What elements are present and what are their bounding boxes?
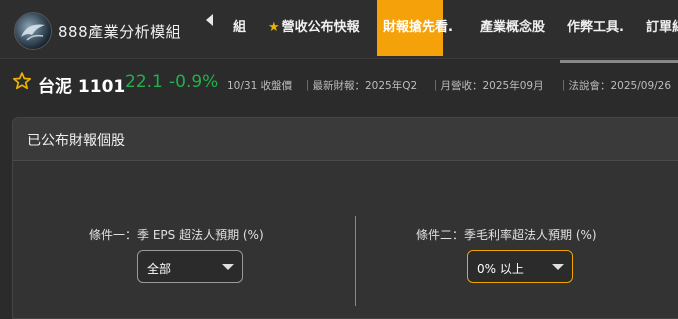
nav-item-earnings-preview[interactable]: 財報搶先看. (377, 0, 453, 56)
condition1-selected-value: 全部 (147, 262, 172, 276)
condition2-select[interactable]: 0% 以上 (467, 250, 573, 283)
stock-price: 22.1 (125, 72, 163, 92)
stock-name: 台泥 1101 (38, 77, 126, 97)
nav-item-label: 組 (233, 20, 247, 35)
nav-scroll-left-icon[interactable] (206, 14, 213, 26)
column-divider (355, 216, 356, 306)
favorite-star-icon[interactable] (12, 71, 32, 91)
latest-report: ｜最新財報：2025年Q2 (302, 80, 418, 92)
nav-item-group[interactable]: 組 (227, 0, 252, 56)
top-nav-bar: 888產業分析模組 組 ★ 營收公布快報 財報搶先看. 產業概念股 作弊工具. 訂… (0, 0, 678, 59)
condition2-label: 條件二：季毛利率超法人預期 (%) (416, 228, 597, 242)
star-icon: ★ (268, 20, 280, 35)
stock-change: -0.9% (169, 72, 219, 92)
nav-item-revenue-flash[interactable]: ★ 營收公布快報 (262, 0, 366, 56)
card-header: 已公布財報個股 (13, 118, 678, 161)
condition1-label: 條件一：季 EPS 超法人預期 (%) (89, 228, 264, 242)
nav-scrollbar[interactable] (560, 60, 678, 63)
chevron-down-icon (552, 264, 564, 270)
close-price-note: 10/31 收盤價 (227, 80, 293, 92)
nav-item-orders[interactable]: 訂單紀 (640, 0, 678, 56)
nav-item-industry-concept[interactable]: 產業概念股 (474, 0, 551, 56)
nav-item-label: 財報搶先看. (383, 20, 453, 35)
stock-info-line: 台泥 1101 22.1 -0.9% 10/31 收盤價 ｜最新財報：2025年… (12, 70, 678, 97)
nav-item-cheat-tools[interactable]: 作弊工具. (561, 0, 630, 56)
brand-name[interactable]: 888產業分析模組 (58, 21, 181, 42)
reported-stocks-card: 已公布財報個股 條件一：季 EPS 超法人預期 (%) 全部 條件二：季毛利率超… (12, 117, 678, 319)
investor-conference: ｜法說會：2025/09/26 (558, 80, 672, 92)
brand-logo-icon[interactable] (14, 12, 52, 50)
monthly-revenue: ｜月營收：2025年09月 (430, 80, 544, 92)
condition1-select[interactable]: 全部 (137, 250, 243, 283)
chevron-down-icon (222, 264, 234, 270)
condition2-selected-value: 0% 以上 (477, 262, 524, 276)
nav-item-label: 營收公布快報 (281, 20, 360, 35)
nav-item-label: 作弊工具. (567, 20, 624, 35)
card-title: 已公布財報個股 (27, 133, 125, 149)
nav-item-label: 訂單紀 (646, 20, 678, 35)
nav-item-label: 產業概念股 (480, 20, 546, 35)
